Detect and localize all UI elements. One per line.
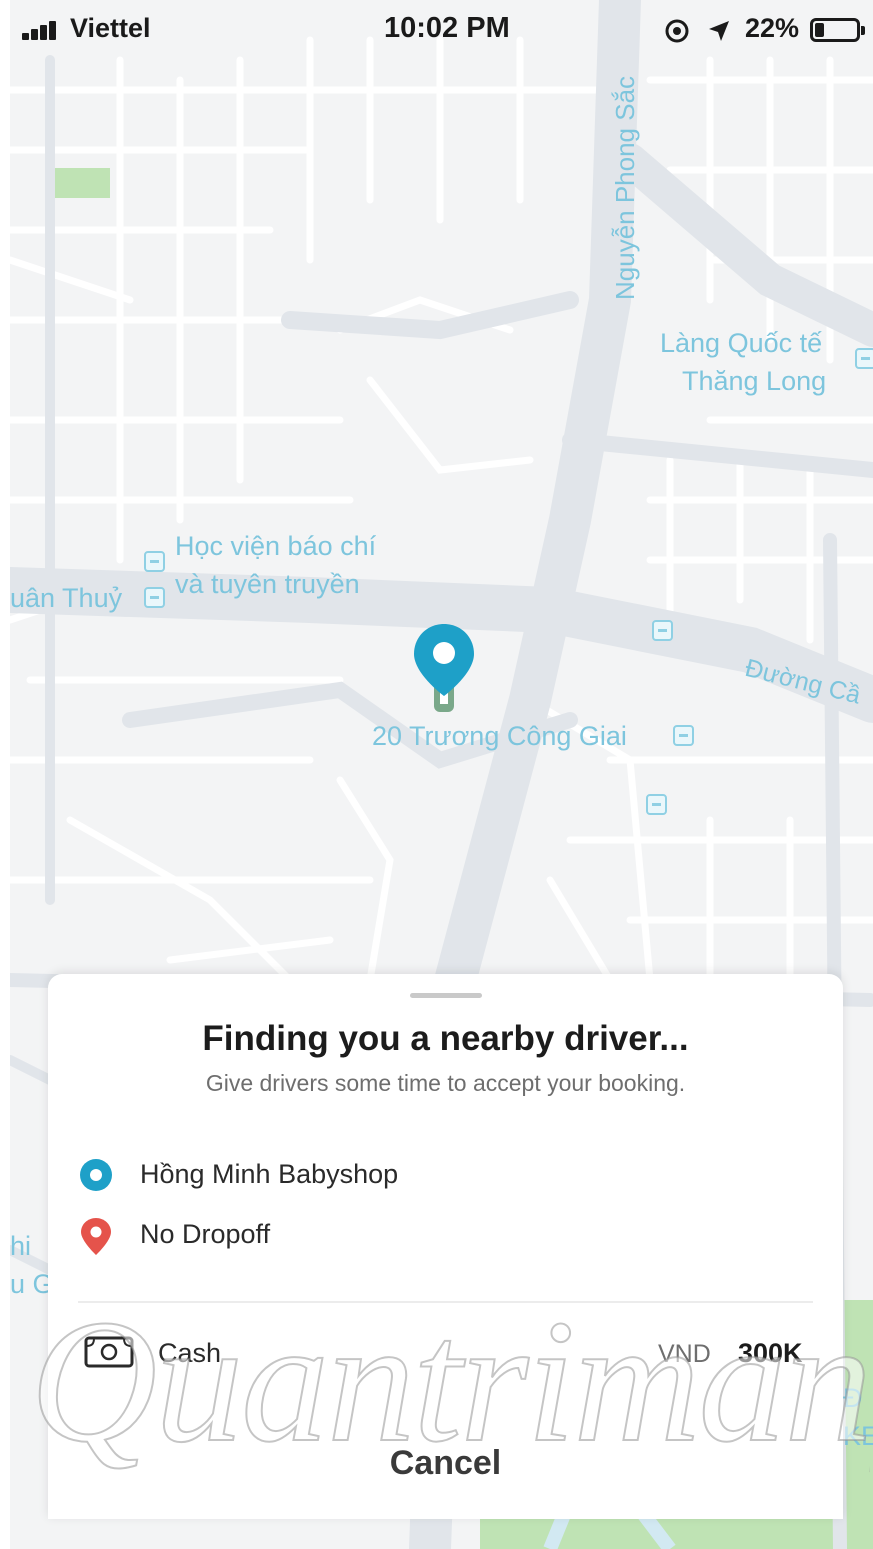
place-label: Đ [843,1383,863,1413]
clock: 10:02 PM [384,12,510,44]
sheet-subtitle: Give drivers some time to accept your bo… [205,1070,686,1096]
payment-method[interactable]: Cash [158,1338,221,1369]
place-label: Học viện báo chí [175,531,377,561]
poi-icon [144,551,165,572]
place-label: Làng Quốc tế [660,328,823,358]
cash-icon [84,1336,134,1368]
street-label: Nguyễn Phong Sắc [610,75,640,300]
status-bar: Viettel 10:02 PM 22% [0,0,873,62]
location-arrow-icon [709,21,729,41]
pickup-row[interactable]: Hồng Minh Babyshop [78,1157,678,1197]
pickup-location: Hồng Minh Babyshop [140,1159,399,1189]
divider [78,1301,813,1303]
street-label: uân Thuỷ [10,583,123,613]
poi-icon [144,587,165,608]
pickup-address-label: 20 Trương Công Giai [372,721,627,751]
pickup-pin-icon [414,624,474,712]
place-label: KE [843,1421,873,1451]
dropoff-row[interactable]: No Dropoff [78,1217,678,1257]
poi-icon [646,794,667,815]
battery-level [815,23,824,37]
place-label: và tuyên truyền [175,569,360,599]
place-label: u G [10,1269,54,1299]
place-label: Thăng Long [682,366,827,396]
orientation-lock-icon [665,19,689,43]
pickup-dot-icon [80,1159,112,1191]
place-label: hi [10,1231,32,1261]
sheet-drag-handle[interactable] [410,993,482,998]
sheet-title: Finding you a nearby driver... [202,1019,689,1058]
poi-icon [652,620,673,641]
fare-currency: VND [658,1340,711,1368]
cancel-button[interactable]: Cancel [48,1444,843,1483]
fare-amount: 300K [738,1338,803,1368]
battery-percent: 22% [745,13,800,43]
dropoff-pin-icon [81,1218,111,1255]
poi-icon [673,725,694,746]
poi-icon [855,348,873,369]
dropoff-location: No Dropoff [140,1219,271,1249]
battery-icon [810,18,865,42]
booking-sheet: Finding you a nearby driver... Give driv… [48,974,843,1519]
carrier-name: Viettel [70,13,151,43]
